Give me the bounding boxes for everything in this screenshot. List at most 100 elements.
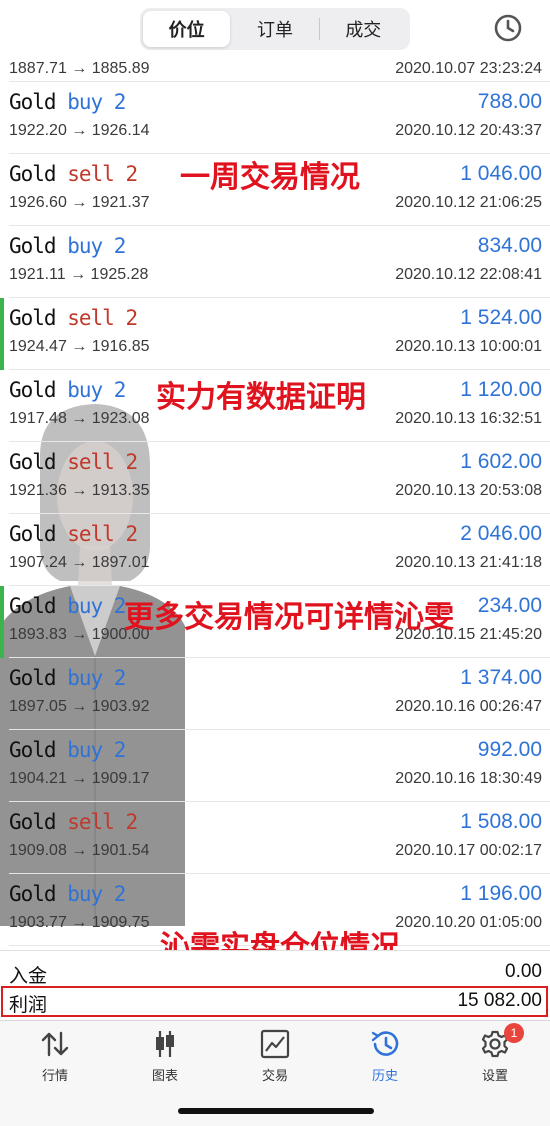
trade-time: 2020.10.12 22:08:41 xyxy=(395,266,542,283)
list-item[interactable]: 1887.71 → 1885.89 2020.10.07 23:23:24 xyxy=(0,56,550,82)
trade-symbol: Gold sell 2 xyxy=(9,810,138,834)
row-marker xyxy=(0,586,4,658)
trade-symbol: Gold sell 2 xyxy=(9,522,138,546)
trade-symbol: Gold buy 2 xyxy=(9,90,126,114)
trade-profit: 234.00 xyxy=(477,594,542,617)
profit-value: 15 082.00 xyxy=(457,990,542,1011)
summary-panel: 入金 0.00 利润 15 082.00 xyxy=(0,950,550,1020)
candlestick-icon xyxy=(156,1031,174,1057)
trade-prices: 1924.47 → 1916.85 xyxy=(9,338,150,355)
symbol-name: Gold xyxy=(9,738,57,762)
symbol-name: Gold xyxy=(9,810,57,834)
tab-label: 行情 xyxy=(41,1068,68,1083)
trade-time: 2020.10.16 00:26:47 xyxy=(395,698,542,715)
history-clock-icon xyxy=(371,1031,399,1056)
trade-symbol: Gold buy 2 xyxy=(9,234,126,258)
trade-profit: 992.00 xyxy=(477,738,542,761)
trade-row[interactable]: Gold buy 2 992.00 1904.21 → 1909.17 2020.10… xyxy=(0,730,550,802)
trade-time: 2020.10.07 23:23:24 xyxy=(395,60,542,77)
symbol-name: Gold xyxy=(9,234,57,258)
trade-row[interactable]: Gold buy 2 1 374.00 1897.05 → 1903.92 2020.… xyxy=(0,658,550,730)
trade-profit: 1 524.00 xyxy=(460,306,542,329)
symbol-name: Gold xyxy=(9,450,57,474)
trade-prices: 1909.08 → 1901.54 xyxy=(9,842,150,859)
tab-charts[interactable]: 图表 xyxy=(110,1029,220,1089)
segmented-control: 价位 订单 成交 xyxy=(140,8,410,50)
row-marker xyxy=(0,298,4,370)
trade-prices: 1903.77 → 1909.75 xyxy=(9,914,150,931)
trade-time: 2020.10.17 00:02:17 xyxy=(395,842,542,859)
trade-row[interactable]: Gold buy 2 834.00 1921.11 → 1925.28 2020.10… xyxy=(0,226,550,298)
tab-prices[interactable]: 价位 xyxy=(143,11,231,47)
trade-profit: 1 602.00 xyxy=(460,450,542,473)
tab-label: 设置 xyxy=(481,1068,508,1083)
trade-side: buy 2 xyxy=(67,882,126,906)
trade-prices: 1887.71 → 1885.89 xyxy=(9,60,150,77)
trade-profit: 1 196.00 xyxy=(460,882,542,905)
trade-prices: 1921.11 → 1925.28 xyxy=(9,266,149,283)
trade-profit: 834.00 xyxy=(477,234,542,257)
symbol-name: Gold xyxy=(9,90,57,114)
tab-settings[interactable]: 1 设置 xyxy=(440,1023,550,1089)
trade-side: sell 2 xyxy=(67,162,138,186)
trade-side: buy 2 xyxy=(67,234,126,258)
symbol-name: Gold xyxy=(9,522,57,546)
deposit-row: 入金 0.00 xyxy=(0,957,550,987)
deposit-label: 入金 xyxy=(9,966,48,987)
trade-side: buy 2 xyxy=(67,594,126,618)
trade-symbol: Gold buy 2 xyxy=(9,738,126,762)
tab-label: 历史 xyxy=(371,1068,398,1083)
trade-time: 2020.10.13 20:53:08 xyxy=(395,482,542,499)
trade-prices: 1926.60 → 1921.37 xyxy=(9,194,150,211)
tab-trade[interactable]: 交易 xyxy=(220,1029,330,1089)
profit-row: 利润 15 082.00 xyxy=(0,986,550,1016)
tab-deals[interactable]: 成交 xyxy=(320,11,407,47)
trade-symbol: Gold sell 2 xyxy=(9,306,138,330)
home-indicator xyxy=(178,1108,374,1114)
trade-time: 2020.10.13 21:41:18 xyxy=(395,554,542,571)
history-list[interactable]: 1887.71 → 1885.89 2020.10.07 23:23:24 Go… xyxy=(0,56,550,950)
clock-icon[interactable] xyxy=(492,12,524,44)
trade-prices: 1904.21 → 1909.17 xyxy=(9,770,150,787)
trade-side: buy 2 xyxy=(67,90,126,114)
trade-time: 2020.10.13 10:00:01 xyxy=(395,338,542,355)
trade-prices: 1921.36 → 1913.35 xyxy=(9,482,150,499)
notification-badge: 1 xyxy=(504,1023,524,1043)
trade-row[interactable]: Gold sell 2 1 602.00 1921.36 → 1913.35 2020… xyxy=(0,442,550,514)
trade-side: sell 2 xyxy=(67,450,138,474)
tab-quotes[interactable]: 行情 xyxy=(0,1029,110,1089)
chart-trend-icon xyxy=(260,1029,290,1059)
trade-row[interactable]: Gold sell 2 1 508.00 1909.08 → 1901.54 2020… xyxy=(0,802,550,874)
trade-symbol: Gold buy 2 xyxy=(9,666,126,690)
trade-side: sell 2 xyxy=(67,522,138,546)
trade-side: sell 2 xyxy=(67,810,138,834)
trade-profit: 1 046.00 xyxy=(460,162,542,185)
annotation-text: 沁雯实盘仓位情况 xyxy=(160,931,400,950)
trade-side: sell 2 xyxy=(67,306,138,330)
trade-side: buy 2 xyxy=(67,666,126,690)
trade-row[interactable]: Gold buy 2 788.00 1922.20 → 1926.14 2020.10… xyxy=(0,82,550,154)
trade-prices: 1897.05 → 1903.92 xyxy=(9,698,150,715)
deposit-value: 0.00 xyxy=(505,961,542,982)
arrows-updown-icon xyxy=(41,1031,69,1057)
trade-prices: 1917.48 → 1923.08 xyxy=(9,410,150,427)
symbol-name: Gold xyxy=(9,162,57,186)
symbol-name: Gold xyxy=(9,306,57,330)
trade-row[interactable]: Gold sell 2 1 524.00 1924.47 → 1916.85 2020… xyxy=(0,298,550,370)
symbol-name: Gold xyxy=(9,594,57,618)
annotation-text: 实力有数据证明 xyxy=(156,381,366,414)
trade-symbol: Gold sell 2 xyxy=(9,162,138,186)
tab-label: 交易 xyxy=(261,1068,288,1083)
top-header: 价位 订单 成交 xyxy=(0,0,550,56)
tab-orders[interactable]: 订单 xyxy=(231,11,318,47)
trade-row[interactable]: Gold sell 2 2 046.00 1907.24 → 1897.01 2020… xyxy=(0,514,550,586)
trade-time: 2020.10.13 16:32:51 xyxy=(395,410,542,427)
trade-symbol: Gold buy 2 xyxy=(9,882,126,906)
symbol-name: Gold xyxy=(9,882,57,906)
annotation-text: 更多交易情况可详情沁雯 xyxy=(124,601,454,634)
trade-time: 2020.10.12 21:06:25 xyxy=(395,194,542,211)
trade-prices: 1907.24 → 1897.01 xyxy=(9,554,150,571)
trade-side: buy 2 xyxy=(67,378,126,402)
trade-symbol: Gold buy 2 xyxy=(9,378,126,402)
tab-history[interactable]: 历史 xyxy=(330,1029,440,1089)
